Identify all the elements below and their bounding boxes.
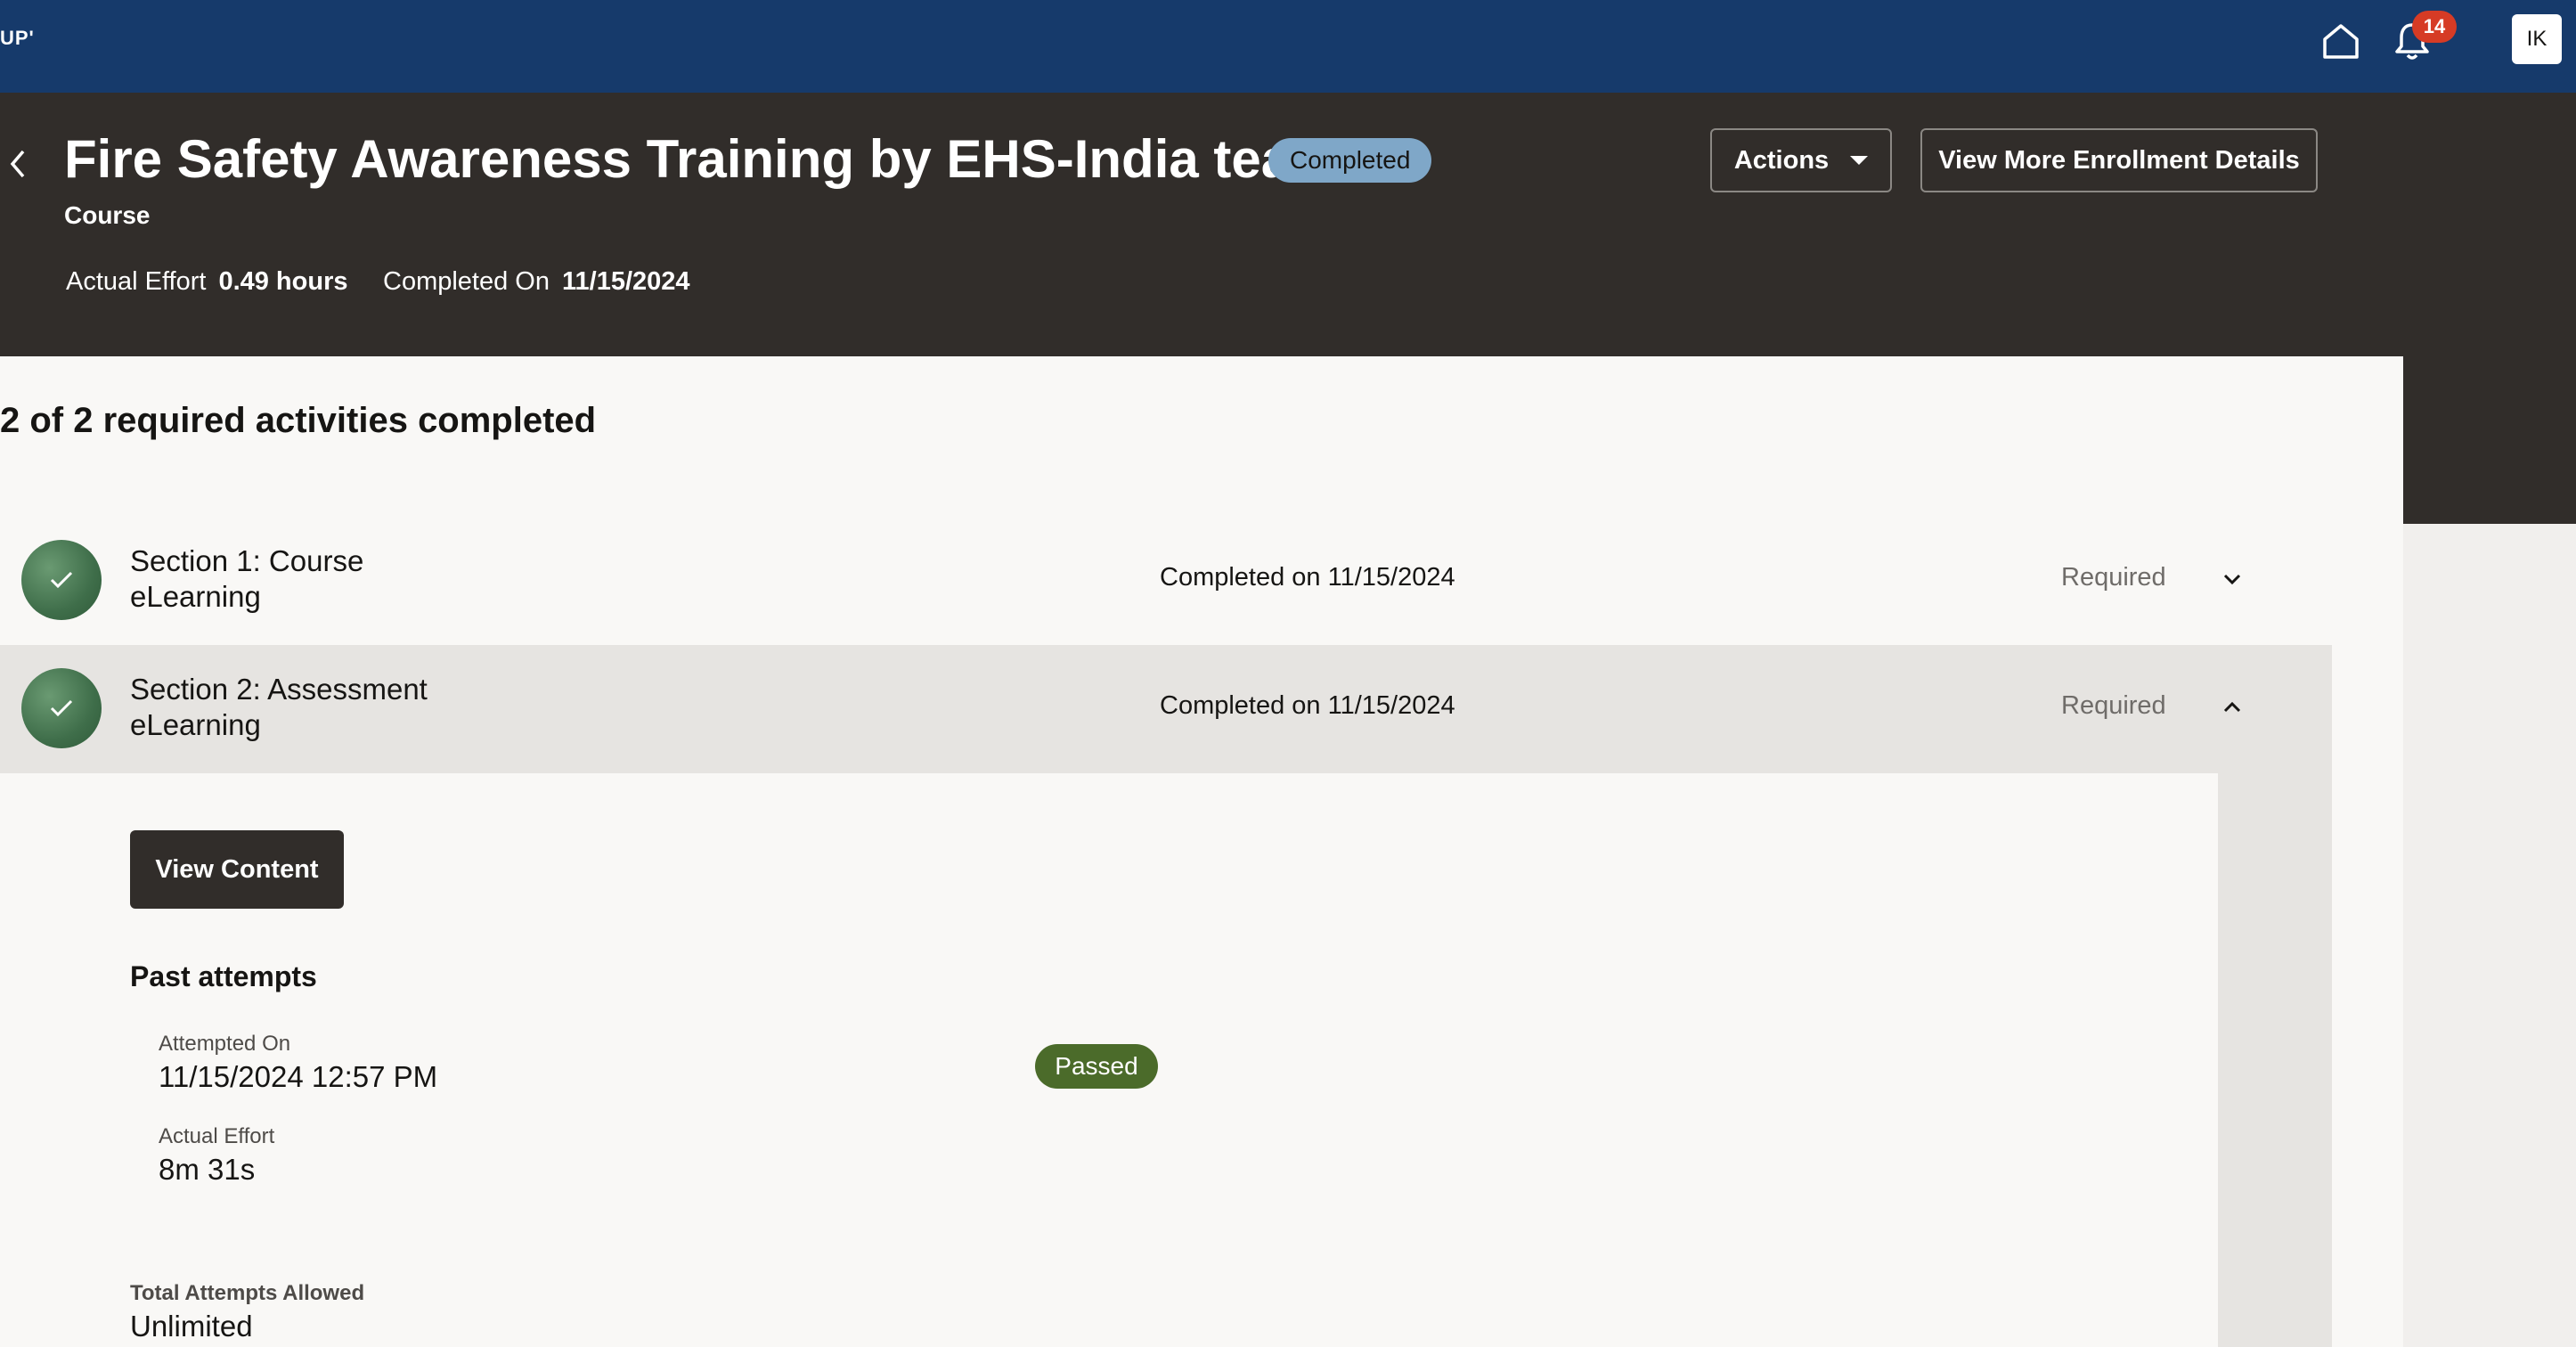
actual-effort-value: 0.49 hours xyxy=(218,267,348,296)
page-title: Fire Safety Awareness Training by EHS-In… xyxy=(64,129,1339,189)
attempt-status-badge: Passed xyxy=(1035,1044,1158,1089)
view-more-enrollment-details-button[interactable]: View More Enrollment Details xyxy=(1920,128,2318,192)
activity-requirement: Required xyxy=(2061,563,2166,592)
back-chevron-icon[interactable] xyxy=(0,137,36,191)
page-background-right xyxy=(2403,524,2576,1347)
attempt-effort-label: Actual Effort xyxy=(159,1124,275,1148)
completed-on-summary: Completed On 11/15/2024 xyxy=(383,267,690,297)
activity-type: eLearning xyxy=(130,708,261,741)
total-attempts-label: Total Attempts Allowed xyxy=(130,1281,365,1305)
home-icon[interactable] xyxy=(2316,16,2366,66)
completed-on-label: Completed On xyxy=(383,267,550,296)
attempt-effort-value: 8m 31s xyxy=(159,1153,256,1186)
actions-button-label: Actions xyxy=(1733,145,1830,175)
caret-down-icon xyxy=(1850,156,1869,165)
actual-effort-label: Actual Effort xyxy=(66,267,207,296)
total-attempts-value: Unlimited xyxy=(130,1310,253,1343)
activity-requirement: Required xyxy=(2061,691,2166,720)
actions-button[interactable]: Actions xyxy=(1710,128,1892,192)
top-bar: UP' 14 IK xyxy=(0,0,2576,93)
activity-completed-date: Completed on 11/15/2024 xyxy=(1160,691,1455,720)
activity-row-section-2[interactable]: Section 2: Assessment eLearning Complete… xyxy=(0,645,2332,773)
progress-heading: 2 of 2 required activities completed xyxy=(0,401,597,440)
chevron-down-icon[interactable] xyxy=(2216,563,2248,595)
brand-logo[interactable]: UP' xyxy=(0,27,35,50)
completed-on-value: 11/15/2024 xyxy=(562,267,690,296)
activity-row-section-1[interactable]: Section 1: Course eLearning Completed on… xyxy=(0,517,2332,645)
activity-title[interactable]: Section 1: Course xyxy=(130,543,363,579)
main-content: 2 of 2 required activities completed Sec… xyxy=(0,356,2403,1347)
completed-check-icon xyxy=(21,540,102,620)
activity-type: eLearning xyxy=(130,580,261,613)
actual-effort-summary: Actual Effort 0.49 hours xyxy=(66,267,348,297)
notification-count-badge: 14 xyxy=(2412,11,2457,43)
status-badge: Completed xyxy=(1268,138,1432,183)
header-extension xyxy=(2403,356,2576,524)
user-avatar[interactable]: IK xyxy=(2512,14,2562,64)
page-header: Fire Safety Awareness Training by EHS-In… xyxy=(0,93,2576,356)
activity-title[interactable]: Section 2: Assessment xyxy=(130,672,428,707)
past-attempts-heading: Past attempts xyxy=(130,960,317,992)
page-subtitle: Course xyxy=(64,201,151,229)
attempted-on-value: 11/15/2024 12:57 PM xyxy=(159,1060,438,1093)
attempted-on-label: Attempted On xyxy=(159,1032,291,1056)
chevron-up-icon[interactable] xyxy=(2216,691,2248,723)
activity-completed-date: Completed on 11/15/2024 xyxy=(1160,563,1455,592)
completed-check-icon xyxy=(21,668,102,748)
view-content-button[interactable]: View Content xyxy=(130,830,344,909)
